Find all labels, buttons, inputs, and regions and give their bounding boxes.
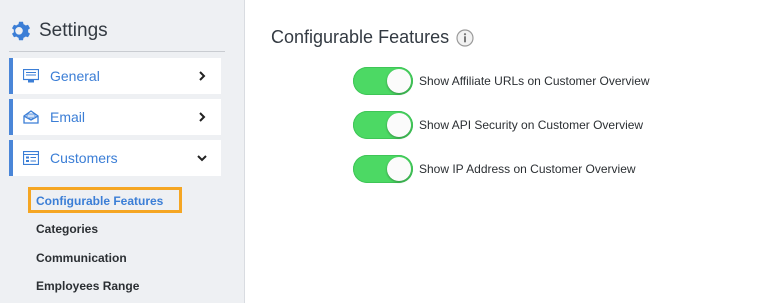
- sidebar-item-label: General: [50, 68, 100, 84]
- subnav-item-communication[interactable]: Communication: [36, 251, 127, 265]
- affiliate-urls-toggle[interactable]: [353, 67, 413, 95]
- chevron-right-icon: [199, 112, 206, 122]
- subnav-item-categories[interactable]: Categories: [36, 222, 98, 236]
- subnav-item-configurable-features[interactable]: Configurable Features: [36, 194, 163, 208]
- chevron-down-icon: [197, 155, 207, 162]
- page-title-row: Configurable Features: [271, 27, 474, 48]
- app: Settings General Email Customers Configu…: [0, 0, 765, 303]
- monitor-icon: [23, 69, 39, 83]
- toggle-knob: [387, 113, 411, 137]
- sidebar-header: Settings: [9, 19, 108, 43]
- toggle-knob: [387, 69, 411, 93]
- toggle-label: Show IP Address on Customer Overview: [419, 162, 636, 176]
- sidebar-item-customers[interactable]: Customers: [9, 140, 221, 176]
- toggle-label: Show API Security on Customer Overview: [419, 118, 644, 132]
- info-icon[interactable]: [456, 28, 474, 47]
- subnav-item-employees-range[interactable]: Employees Range: [36, 279, 139, 293]
- sidebar-title: Settings: [39, 20, 108, 41]
- feature-toggle-row: Show IP Address on Customer Overview: [353, 155, 636, 183]
- gear-icon: [12, 21, 30, 41]
- sidebar-item-general[interactable]: General: [9, 58, 221, 94]
- sidebar-item-label: Email: [50, 109, 86, 125]
- toggle-knob: [387, 157, 411, 181]
- feature-toggle-row: Show Affiliate URLs on Customer Overview: [353, 67, 650, 95]
- toggle-label: Show Affiliate URLs on Customer Overview: [419, 74, 650, 88]
- list-icon: [23, 151, 39, 165]
- sidebar-divider: [9, 51, 225, 52]
- chevron-right-icon: [199, 71, 206, 81]
- feature-toggle-row: Show API Security on Customer Overview: [353, 111, 643, 139]
- page-title: Configurable Features: [271, 27, 450, 47]
- sidebar-item-label: Customers: [50, 150, 118, 166]
- sidebar: Settings General Email Customers Configu…: [0, 0, 245, 303]
- ip-address-toggle[interactable]: [353, 155, 413, 183]
- api-security-toggle[interactable]: [353, 111, 413, 139]
- envelope-icon: [23, 110, 39, 124]
- sidebar-item-email[interactable]: Email: [9, 99, 221, 135]
